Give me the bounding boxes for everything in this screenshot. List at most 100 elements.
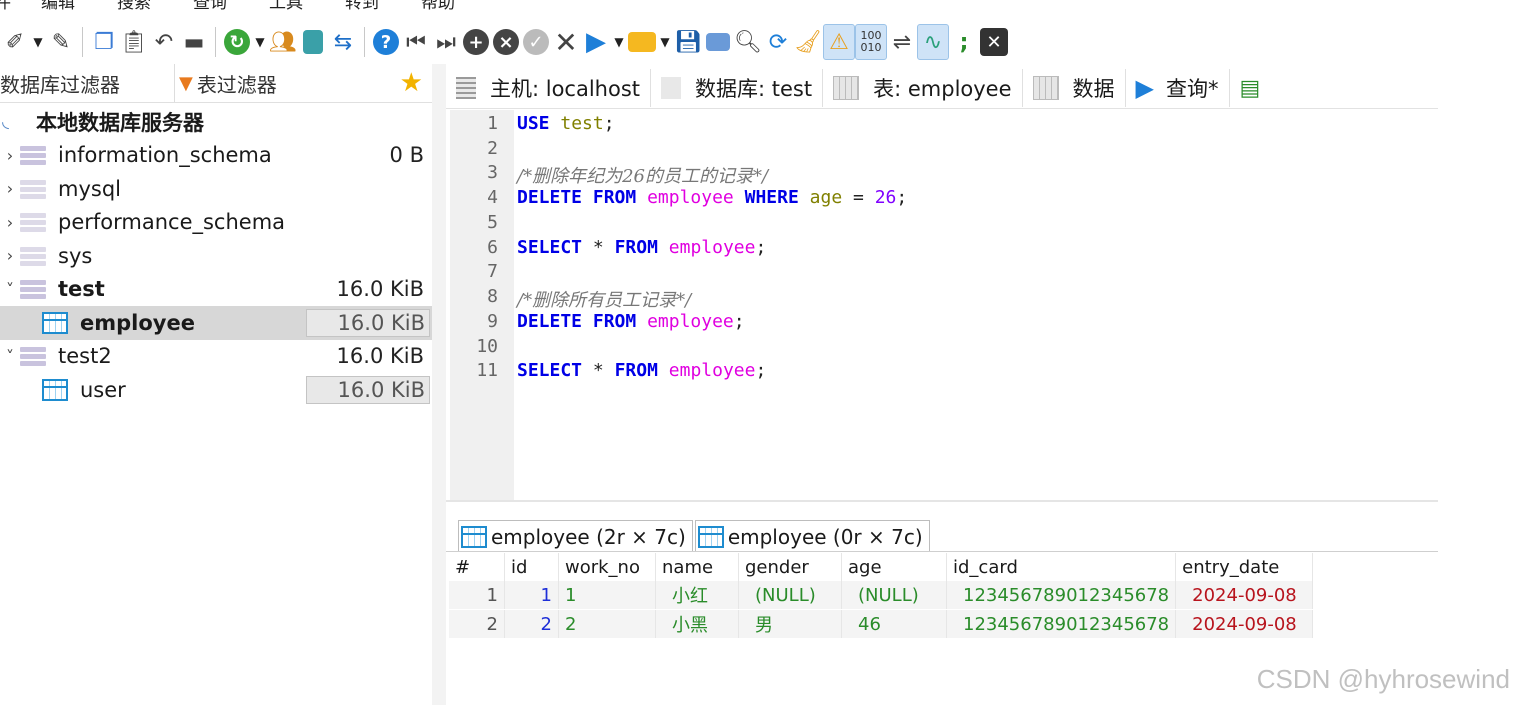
chevron-down-icon[interactable]: ˅ — [0, 347, 20, 366]
result-tab-2[interactable]: employee (0r × 7c) — [694, 520, 930, 552]
database-filter-input[interactable]: 数据库过滤器 — [0, 69, 174, 98]
replace-icon[interactable]: ⟳ — [763, 25, 793, 59]
cell-name[interactable]: 小红 — [655, 581, 739, 610]
semicolon-icon[interactable]: ; — [949, 25, 979, 59]
column-header[interactable]: age — [841, 553, 947, 581]
column-header[interactable]: name — [655, 553, 739, 581]
star-icon[interactable]: ★ — [390, 68, 432, 98]
toolbar: ✐ ▼ ✎ ❐ 📋︎ ↶ ▬ ↻ ▼ 👥︎ ⇆ ? ⏮ ⏭ + × ✓ ✕ ▶ … — [0, 20, 1440, 64]
connect-icon[interactable]: ✐ — [0, 25, 30, 59]
menu-tools[interactable]: 工具 — [269, 0, 303, 13]
add-record-icon[interactable]: + — [461, 25, 491, 59]
table-filter-input[interactable]: ▼ 表过滤器 — [173, 64, 391, 102]
undo-icon[interactable]: ↶ — [149, 25, 179, 59]
cell-entry-date[interactable]: 2024-09-08 — [1175, 609, 1314, 639]
user-manager-icon[interactable]: 👥︎ — [268, 25, 298, 59]
first-record-icon[interactable]: ⏮ — [401, 25, 431, 59]
cell-work-no[interactable]: 1 — [558, 581, 656, 610]
table-row[interactable]: 1 1 1 小红 (NULL) (NULL) 12345678901234567… — [449, 581, 1314, 610]
cell-age[interactable]: (NULL) — [841, 581, 947, 610]
sql-editor[interactable]: 1 USE test; 2 3 /*删除年纪为26的员工的记录*/ 4 DELE… — [450, 110, 1438, 502]
help-icon[interactable]: ? — [371, 25, 401, 59]
tab-query[interactable]: ▶ 查询* — [1125, 69, 1230, 107]
delete-record-icon[interactable]: × — [491, 25, 521, 59]
column-header[interactable]: id_card — [946, 553, 1177, 581]
chevron-right-icon[interactable]: › — [0, 246, 20, 265]
table-row[interactable]: 2 2 2 小黑 男 46 123456789012345678 2024-09… — [449, 609, 1314, 639]
tree-item-employee[interactable]: employee 16.0 KiB — [0, 306, 432, 340]
binary-icon[interactable]: 100 010 — [855, 24, 887, 60]
copy-icon[interactable]: ❐ — [89, 25, 119, 59]
tab-host[interactable]: 主机: localhost — [446, 69, 652, 107]
chevron-right-icon[interactable]: › — [0, 146, 20, 165]
tree-item-test2[interactable]: ˅ test2 16.0 KiB — [0, 340, 432, 374]
splitter[interactable] — [432, 64, 446, 705]
cell-entry-date[interactable]: 2024-09-08 — [1175, 581, 1314, 610]
tree-item-sys[interactable]: › sys — [0, 239, 432, 273]
code-line: 2 — [450, 138, 498, 162]
tab-data[interactable]: 数据 — [1023, 69, 1126, 107]
close-icon[interactable]: ✕ — [979, 25, 1009, 59]
result-grid[interactable]: # id work_no name gender age id_card ent… — [449, 553, 1314, 639]
column-header[interactable]: work_no — [558, 553, 656, 581]
refresh-icon[interactable]: ↻ — [222, 25, 252, 59]
menu-help[interactable]: 帮助 — [421, 0, 455, 13]
search-icon[interactable]: 🔍︎ — [733, 25, 763, 59]
chevron-down-icon[interactable]: ▼ — [611, 25, 627, 59]
cell-name[interactable]: 小黑 — [655, 609, 739, 639]
sql-help-icon[interactable]: ∿ — [917, 24, 949, 60]
menu-goto[interactable]: 转到 — [345, 0, 379, 13]
save-as-icon[interactable] — [703, 25, 733, 59]
cell-id[interactable]: 2 — [504, 609, 559, 639]
cell-id[interactable]: 1 — [504, 581, 559, 610]
chevron-down-icon[interactable]: ▼ — [657, 25, 673, 59]
column-header[interactable]: # — [449, 553, 505, 581]
tree-item-information-schema[interactable]: › information_schema 0 B — [0, 139, 432, 173]
chevron-down-icon[interactable]: ▼ — [252, 25, 268, 59]
tab-database[interactable]: 数据库: test — [651, 69, 824, 107]
sync-icon[interactable]: ⇆ — [328, 25, 358, 59]
column-header[interactable]: entry_date — [1175, 553, 1314, 581]
tab-table[interactable]: 表: employee — [823, 69, 1023, 107]
tree-item-performance-schema[interactable]: › performance_schema — [0, 206, 432, 240]
menu-query[interactable]: 查询 — [193, 0, 227, 13]
tree-item-mysql[interactable]: › mysql — [0, 172, 432, 206]
separator — [364, 27, 365, 57]
warning-icon[interactable]: ⚠ — [823, 24, 855, 60]
chevron-right-icon[interactable]: › — [0, 179, 20, 198]
disconnect-icon[interactable]: ✎ — [46, 25, 76, 59]
clean-icon[interactable]: 🧹︎ — [793, 25, 823, 59]
print-icon[interactable]: ▬ — [179, 25, 209, 59]
cell-age[interactable]: 46 — [841, 609, 947, 639]
server-node[interactable]: ◟ 本地数据库服务器 — [0, 105, 432, 139]
cell-gender[interactable]: 男 — [738, 609, 842, 639]
code-line: 3 /*删除年纪为26的员工的记录*/ — [450, 162, 768, 187]
save-icon[interactable]: 💾︎ — [673, 25, 703, 59]
menu-file[interactable]: 件 — [0, 0, 11, 13]
post-record-icon[interactable]: ✓ — [521, 25, 551, 59]
last-record-icon[interactable]: ⏭ — [431, 25, 461, 59]
run-query-icon[interactable]: ▶ — [581, 25, 611, 59]
column-header[interactable]: gender — [738, 553, 842, 581]
new-query-tab-button[interactable]: ▤ — [1230, 69, 1271, 107]
paste-icon[interactable]: 📋︎ — [119, 25, 149, 59]
cell-id-card[interactable]: 123456789012345678 — [946, 581, 1177, 610]
cell-work-no[interactable]: 2 — [558, 609, 656, 639]
word-wrap-icon[interactable]: ⇌ — [887, 25, 917, 59]
tree-item-test[interactable]: ˅ test 16.0 KiB — [0, 273, 432, 307]
export-csv-icon[interactable] — [298, 25, 328, 59]
menu-search[interactable]: 搜索 — [117, 0, 151, 13]
cell-id-card[interactable]: 123456789012345678 — [946, 609, 1177, 639]
open-folder-icon[interactable] — [627, 25, 657, 59]
cell-gender[interactable]: (NULL) — [738, 581, 842, 610]
column-header[interactable]: id — [504, 553, 559, 581]
chevron-right-icon[interactable]: › — [0, 213, 20, 232]
chevron-down-icon[interactable]: ˅ — [0, 280, 20, 299]
chevron-down-icon[interactable]: ▼ — [30, 25, 46, 59]
result-tab-1[interactable]: employee (2r × 7c) — [458, 520, 693, 552]
menu-edit[interactable]: 编辑 — [41, 0, 75, 13]
tree-item-user[interactable]: user 16.0 KiB — [0, 373, 432, 407]
cancel-icon[interactable]: ✕ — [551, 25, 581, 59]
code-line: 4 DELETE FROM employee WHERE age = 26; — [450, 187, 907, 211]
editor-splitter[interactable] — [446, 500, 1438, 502]
